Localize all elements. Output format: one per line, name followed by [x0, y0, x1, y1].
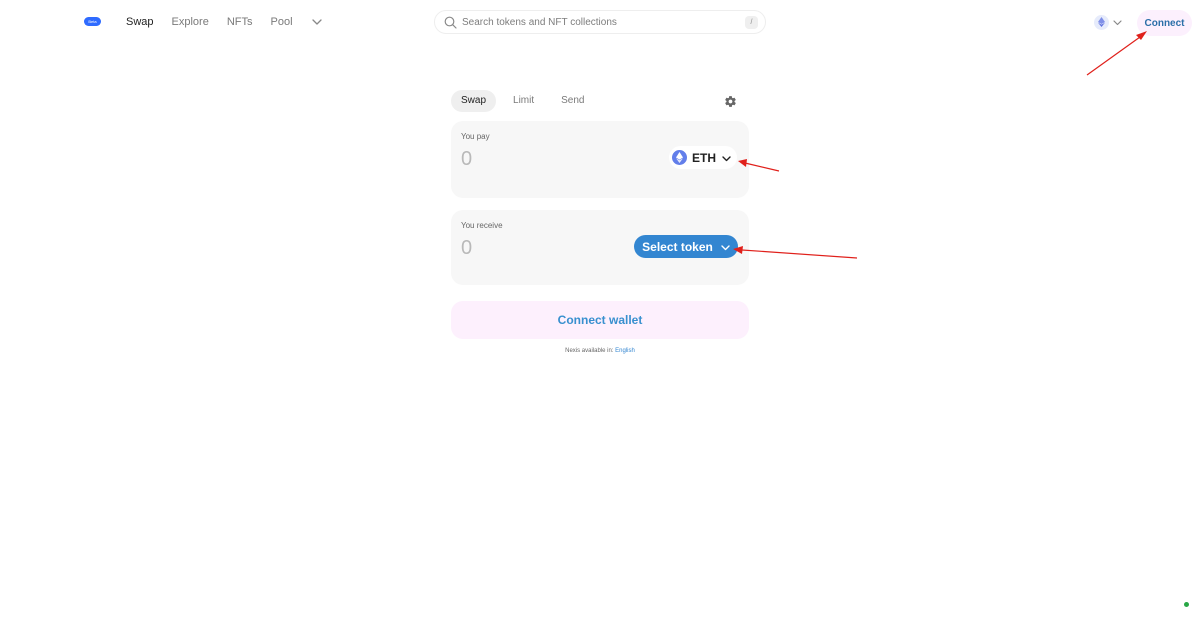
language-note-text: Nexis available in: — [565, 348, 616, 354]
logo[interactable]: Beta — [84, 17, 101, 26]
nav-link-swap[interactable]: Swap — [126, 14, 154, 30]
pay-token-selector[interactable]: ETH — [669, 146, 737, 169]
pay-panel: You pay ETH — [451, 121, 749, 198]
search-input[interactable] — [462, 15, 732, 30]
ethereum-icon — [1094, 14, 1109, 30]
connect-wallet-button[interactable]: Connect wallet — [451, 301, 749, 339]
chevron-down-icon — [721, 238, 730, 256]
nav-link-explore[interactable]: Explore — [172, 14, 209, 30]
more-menu-chevron-icon[interactable] — [311, 14, 323, 30]
gear-icon[interactable] — [724, 95, 737, 108]
chain-selector[interactable] — [1094, 13, 1122, 31]
language-link[interactable]: English — [615, 348, 635, 354]
nav-link-pool[interactable]: Pool — [271, 14, 293, 30]
swap-tabs: Swap Limit Send — [451, 90, 602, 112]
tab-send[interactable]: Send — [551, 90, 594, 112]
annotation-arrow-select-token — [733, 246, 858, 259]
tab-limit[interactable]: Limit — [503, 90, 544, 112]
logo-text: Beta — [88, 18, 97, 24]
nav-link-nfts[interactable]: NFTs — [227, 14, 253, 30]
nav-links: Swap Explore NFTs Pool — [126, 14, 323, 30]
search-bar: / — [434, 10, 766, 34]
pay-amount-input[interactable] — [461, 147, 611, 171]
pay-label: You pay — [461, 132, 490, 141]
language-note: Nexis available in: English — [451, 348, 749, 354]
search-icon — [444, 16, 457, 29]
top-nav: Beta Swap Explore NFTs Pool / Connect — [0, 0, 1200, 46]
tab-swap[interactable]: Swap — [451, 90, 497, 112]
search-shortcut-badge: / — [745, 16, 758, 29]
receive-panel: You receive Select token — [451, 210, 749, 285]
select-token-button[interactable]: Select token — [634, 235, 738, 258]
receive-label: You receive — [461, 221, 503, 230]
pay-token-symbol: ETH — [692, 150, 716, 165]
select-token-label: Select token — [642, 239, 713, 254]
chevron-down-icon — [1113, 13, 1122, 31]
receive-amount-input[interactable] — [461, 236, 611, 260]
chevron-down-icon — [722, 149, 731, 167]
connect-button[interactable]: Connect — [1137, 10, 1192, 36]
eth-token-icon — [672, 150, 687, 165]
status-indicator — [1184, 602, 1189, 607]
